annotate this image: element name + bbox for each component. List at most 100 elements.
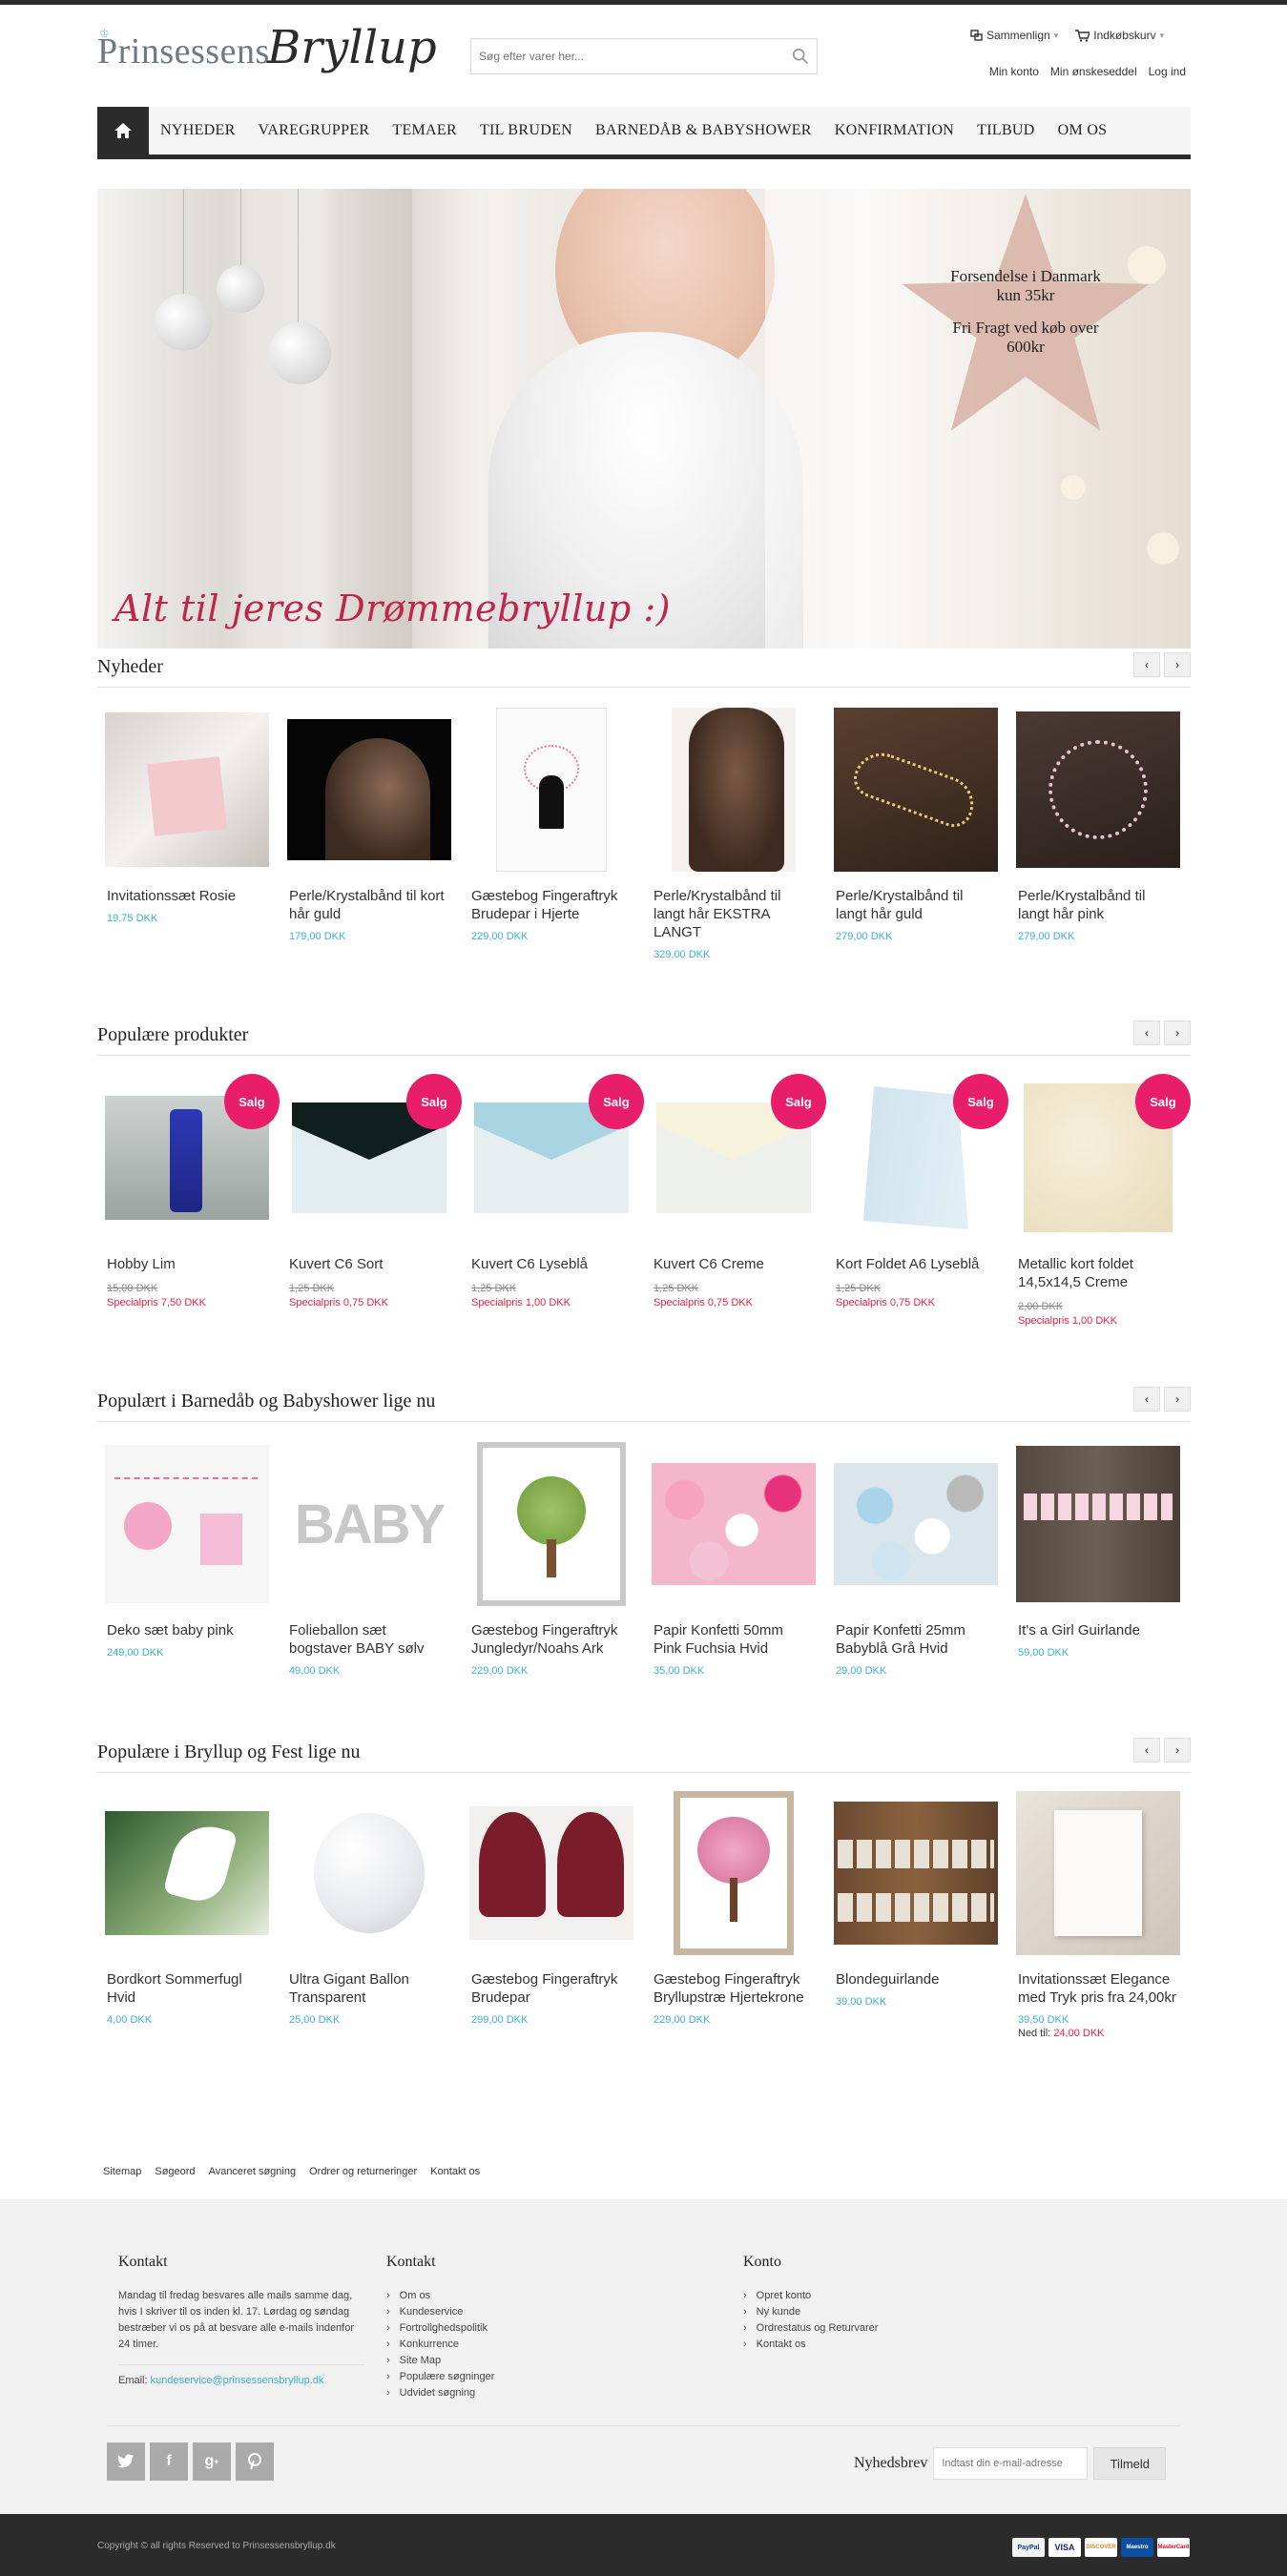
product-name[interactable]: Gæstebog Fingeraftryk Brudepar	[471, 1970, 632, 2007]
footer-link-popular-searches[interactable]: Populære søgninger	[386, 2369, 495, 2385]
product-name[interactable]: Gæstebog Fingeraftryk Jungledyr/Noahs Ar…	[471, 1621, 632, 1658]
footer-link-contact[interactable]: Kontakt os	[743, 2337, 878, 2353]
product-name[interactable]: Gæstebog Fingeraftryk Bryllupstræ Hjerte…	[654, 1970, 814, 2007]
product-thumb[interactable]	[1016, 708, 1180, 872]
product-card[interactable]: Perle/Krystalbånd til langt hår pink 279…	[1008, 708, 1191, 960]
product-card[interactable]: Salg Kuvert C6 Lyseblå 1,25 DKK Specialp…	[462, 1074, 644, 1327]
product-card[interactable]: Ultra Gigant Ballon Transparent 25,00 DK…	[280, 1791, 462, 2039]
product-thumb[interactable]	[469, 1791, 633, 1955]
product-card[interactable]: Gæstebog Fingeraftryk Bryllupstræ Hjerte…	[644, 1791, 826, 2039]
nav-item-om-os[interactable]: OM OS	[1047, 107, 1119, 155]
product-thumb[interactable]	[1016, 1442, 1180, 1606]
search-icon[interactable]	[792, 48, 809, 65]
chevron-left-icon[interactable]: ‹	[1133, 1387, 1160, 1412]
product-thumb[interactable]	[469, 708, 633, 872]
product-thumb[interactable]	[652, 708, 816, 872]
product-card[interactable]: Perle/Krystalbånd til langt hår guld 279…	[826, 708, 1008, 960]
footer-link-order-status[interactable]: Ordrestatus og Returvarer	[743, 2320, 879, 2337]
product-name[interactable]: Bordkort Sommerfugl Hvid	[107, 1970, 267, 2007]
cart-link[interactable]: Indkøbskurv ▾	[1075, 29, 1164, 42]
product-name[interactable]: Folieballon sæt bogstaver BABY sølv	[289, 1621, 449, 1658]
twitter-icon[interactable]	[107, 2442, 145, 2481]
nav-item-temaer[interactable]: TEMAER	[381, 107, 468, 155]
product-name[interactable]: Ultra Gigant Ballon Transparent	[289, 1970, 449, 2007]
product-card[interactable]: Gæstebog Fingeraftryk Jungledyr/Noahs Ar…	[462, 1442, 644, 1677]
product-card[interactable]: Salg Kort Foldet A6 Lyseblå 1,25 DKK Spe…	[826, 1074, 1008, 1327]
product-name[interactable]: Invitationssæt Elegance med Tryk pris fr…	[1018, 1970, 1178, 2007]
product-thumb[interactable]	[652, 1791, 816, 1955]
email-link[interactable]: kundeservice@prinsessensbryllup.dk	[151, 2375, 324, 2386]
footer-link-privacy[interactable]: Fortrolighedspolitik	[386, 2320, 494, 2337]
login-link[interactable]: Log ind	[1149, 65, 1186, 78]
product-name[interactable]: Kuvert C6 Creme	[654, 1255, 814, 1273]
product-name[interactable]: Hobby Lim	[107, 1255, 267, 1273]
product-name[interactable]: Invitationssæt Rosie	[107, 887, 267, 905]
product-thumb[interactable]: BABY	[287, 1442, 451, 1606]
site-logo[interactable]: ♔ Prinsessens Bryllup	[97, 21, 441, 88]
product-card[interactable]: Bordkort Sommerfugl Hvid 4,00 DKK	[97, 1791, 280, 2039]
chevron-right-icon[interactable]: ›	[1164, 652, 1191, 677]
chevron-right-icon[interactable]: ›	[1164, 1020, 1191, 1045]
product-name[interactable]: It's a Girl Guirlande	[1018, 1621, 1178, 1639]
chevron-right-icon[interactable]: ›	[1164, 1738, 1191, 1762]
product-card[interactable]: Papir Konfetti 25mm Babyblå Grå Hvid 29,…	[826, 1442, 1008, 1677]
search-input[interactable]	[471, 39, 777, 73]
product-card[interactable]: BABY Folieballon sæt bogstaver BABY sølv…	[280, 1442, 462, 1678]
product-thumb[interactable]	[105, 708, 269, 872]
product-name[interactable]: Perle/Krystalbånd til langt hår guld	[836, 887, 996, 923]
chevron-left-icon[interactable]: ‹	[1133, 1020, 1160, 1045]
nav-item-tilbud[interactable]: TILBUD	[965, 107, 1046, 155]
product-card[interactable]: Deko sæt baby pink 249,00 DKK	[97, 1442, 280, 1677]
footer-link-new-customer[interactable]: Ny kunde	[743, 2304, 878, 2320]
product-name[interactable]: Blondeguirlande	[836, 1970, 996, 1989]
home-button[interactable]	[97, 107, 149, 155]
contact-link[interactable]: Kontakt os	[430, 2166, 480, 2177]
product-card[interactable]: Salg Metallic kort foldet 14,5x14,5 Crem…	[1008, 1074, 1191, 1327]
product-thumb[interactable]	[834, 708, 998, 872]
newsletter-subscribe-button[interactable]: Tilmeld	[1093, 2447, 1167, 2480]
product-thumb[interactable]	[652, 1442, 816, 1606]
footer-link-konkurrence[interactable]: Konkurrence	[386, 2337, 494, 2353]
orders-returns-link[interactable]: Ordrer og returneringer	[309, 2166, 417, 2177]
product-card[interactable]: Salg Kuvert C6 Creme 1,25 DKK Specialpri…	[644, 1074, 826, 1327]
nav-item-konfirmation[interactable]: KONFIRMATION	[823, 107, 965, 155]
product-card[interactable]: Gæstebog Fingeraftryk Brudepar 299,00 DK…	[462, 1791, 644, 2039]
product-thumb[interactable]	[469, 1442, 633, 1606]
product-thumb[interactable]	[1016, 1791, 1180, 1955]
footer-link-sitemap[interactable]: Site Map	[386, 2353, 494, 2369]
footer-link-kundeservice[interactable]: Kundeservice	[386, 2304, 494, 2320]
product-name[interactable]: Papir Konfetti 25mm Babyblå Grå Hvid	[836, 1621, 996, 1658]
chevron-right-icon[interactable]: ›	[1164, 1387, 1191, 1412]
product-card[interactable]: Perle/Krystalbånd til langt hår EKSTRA L…	[644, 708, 826, 960]
product-card[interactable]: Gæstebog Fingeraftryk Brudepar i Hjerte …	[462, 708, 644, 960]
product-name[interactable]: Papir Konfetti 50mm Pink Fuchsia Hvid	[654, 1621, 814, 1658]
wishlist-link[interactable]: Min ønskeseddel	[1050, 65, 1137, 78]
nav-item-nyheder[interactable]: NYHEDER	[149, 107, 247, 155]
chevron-left-icon[interactable]: ‹	[1133, 1738, 1160, 1762]
footer-link-om-os[interactable]: Om os	[386, 2288, 494, 2304]
product-thumb[interactable]	[105, 1442, 269, 1606]
product-name[interactable]: Perle/Krystalbånd til kort hår guld	[289, 887, 449, 923]
product-card[interactable]: Perle/Krystalbånd til kort hår guld 179,…	[280, 708, 462, 960]
product-name[interactable]: Kuvert C6 Lyseblå	[471, 1255, 632, 1273]
product-card[interactable]: Salg Hobby Lim 15,00 DKK Specialpris 7,5…	[97, 1074, 280, 1327]
product-card[interactable]: It's a Girl Guirlande 59,00 DKK	[1008, 1442, 1191, 1677]
product-thumb[interactable]	[105, 1791, 269, 1955]
footer-link-extended-search[interactable]: Udvidet søgning	[386, 2385, 494, 2401]
product-name[interactable]: Perle/Krystalbånd til langt hår EKSTRA L…	[654, 887, 814, 941]
search-terms-link[interactable]: Søgeord	[155, 2166, 195, 2177]
product-name[interactable]: Gæstebog Fingeraftryk Brudepar i Hjerte	[471, 887, 632, 923]
product-card[interactable]: Salg Kuvert C6 Sort 1,25 DKK Specialpris…	[280, 1074, 462, 1327]
product-name[interactable]: Kort Foldet A6 Lyseblå	[836, 1255, 996, 1273]
sitemap-link[interactable]: Sitemap	[103, 2166, 141, 2177]
product-thumb[interactable]	[287, 1791, 451, 1955]
product-card[interactable]: Papir Konfetti 50mm Pink Fuchsia Hvid 35…	[644, 1442, 826, 1677]
facebook-icon[interactable]: f	[150, 2442, 188, 2481]
nav-item-til-bruden[interactable]: TIL BRUDEN	[468, 107, 584, 155]
product-name[interactable]: Metallic kort foldet 14,5x14,5 Creme	[1018, 1255, 1178, 1291]
advanced-search-link[interactable]: Avanceret søgning	[209, 2166, 297, 2177]
nav-item-varegrupper[interactable]: VAREGRUPPER	[247, 107, 382, 155]
product-card[interactable]: Invitationssæt Rosie 19,75 DKK	[97, 708, 280, 960]
product-card[interactable]: Blondeguirlande 39,00 DKK	[826, 1791, 1008, 2039]
product-name[interactable]: Deko sæt baby pink	[107, 1621, 267, 1639]
